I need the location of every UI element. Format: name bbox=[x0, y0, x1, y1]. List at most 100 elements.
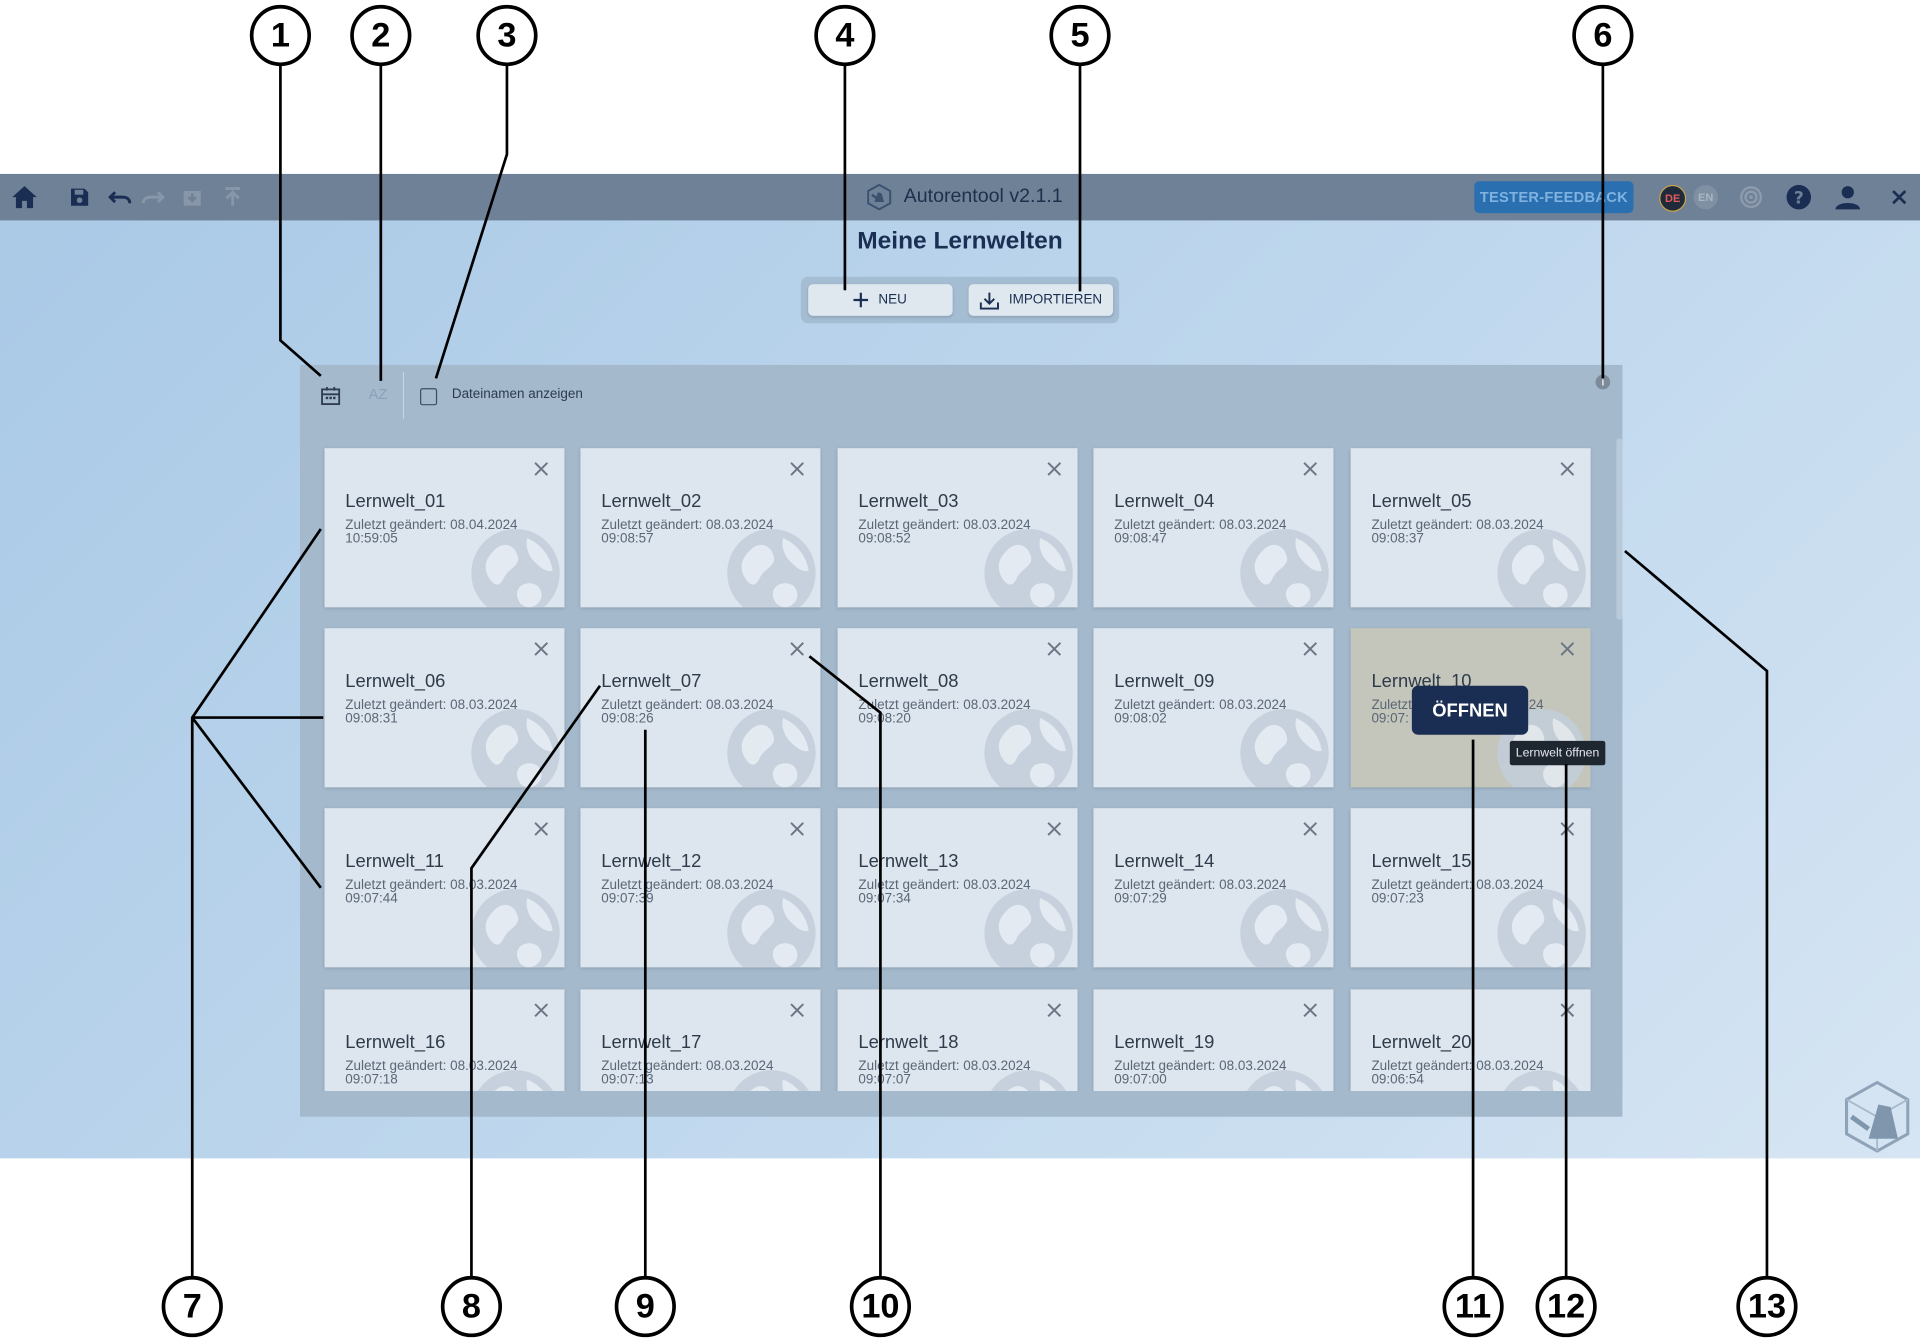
target-icon[interactable] bbox=[1738, 184, 1765, 211]
world-card-modified-time: 09:08:52 bbox=[858, 531, 911, 547]
world-card-modified-time: 09:06:54 bbox=[1371, 1072, 1424, 1088]
language-de-button[interactable]: DE bbox=[1659, 184, 1687, 212]
user-icon[interactable] bbox=[1834, 184, 1861, 211]
delete-world-icon[interactable] bbox=[1046, 1002, 1063, 1019]
home-icon[interactable] bbox=[11, 184, 38, 211]
title-bar: Autorentool v2.1.1 TESTER-FEEDBACK DE EN… bbox=[0, 173, 1920, 221]
world-card-modified: Zuletzt geändert: 08.03.2024 09:08:31 bbox=[345, 699, 547, 726]
world-card[interactable]: Lernwelt_02 Zuletzt geändert: 08.03.2024 0… bbox=[580, 448, 821, 608]
world-card-modified-time: 09:08:47 bbox=[1114, 531, 1167, 547]
world-card-title: Lernwelt_09 bbox=[1114, 671, 1215, 692]
delete-world-icon[interactable] bbox=[789, 640, 806, 657]
callout-5: 5 bbox=[1049, 4, 1111, 67]
delete-world-icon[interactable] bbox=[1559, 460, 1576, 477]
world-card[interactable]: Lernwelt_18 Zuletzt geändert: 08.03.2024 0… bbox=[837, 989, 1078, 1092]
calendar-icon[interactable] bbox=[320, 384, 342, 406]
info-icon[interactable]: i bbox=[1595, 374, 1611, 390]
world-card-modified: Zuletzt geändert: 08.03.2024 09:07:00 bbox=[1114, 1060, 1316, 1087]
delete-world-icon[interactable] bbox=[1302, 1002, 1319, 1019]
delete-world-icon[interactable] bbox=[1046, 820, 1063, 837]
callout-13: 13 bbox=[1736, 1275, 1798, 1338]
world-card-modified-time: 09:07:07 bbox=[858, 1072, 911, 1088]
delete-world-icon[interactable] bbox=[1559, 1002, 1576, 1019]
delete-world-icon[interactable] bbox=[789, 1002, 806, 1019]
world-card-modified-time: 09:07:13 bbox=[601, 1072, 654, 1088]
app-title: Autorentool v2.1.1 bbox=[903, 186, 1063, 207]
world-card-modified: Zuletzt geändert: 08.03.2024 09:08:57 bbox=[601, 519, 803, 546]
world-card[interactable]: Lernwelt_19 Zuletzt geändert: 08.03.2024 0… bbox=[1093, 989, 1334, 1092]
world-card[interactable]: Lernwelt_20 Zuletzt geändert: 08.03.2024 0… bbox=[1350, 989, 1591, 1092]
language-en-button[interactable]: EN bbox=[1693, 184, 1718, 210]
world-card[interactable]: Lernwelt_05 Zuletzt geändert: 08.03.2024 0… bbox=[1350, 448, 1591, 608]
close-window-icon[interactable] bbox=[1886, 184, 1913, 211]
world-card[interactable]: Lernwelt_16 Zuletzt geändert: 08.03.2024 0… bbox=[324, 989, 565, 1092]
delete-world-icon[interactable] bbox=[1559, 640, 1576, 657]
world-card[interactable]: Lernwelt_11 Zuletzt geändert: 08.03.2024 0… bbox=[324, 808, 565, 968]
world-card[interactable]: Lernwelt_17 Zuletzt geändert: 08.03.2024 0… bbox=[580, 989, 821, 1092]
delete-world-icon[interactable] bbox=[1302, 640, 1319, 657]
delete-world-icon[interactable] bbox=[1302, 460, 1319, 477]
world-card[interactable]: Lernwelt_01 Zuletzt geändert: 08.04.2024 1… bbox=[324, 448, 565, 608]
callout-6: 6 bbox=[1572, 4, 1634, 67]
delete-world-icon[interactable] bbox=[533, 460, 550, 477]
new-world-button[interactable]: NEU bbox=[808, 284, 953, 316]
svg-text:?: ? bbox=[1794, 188, 1804, 208]
delete-world-icon[interactable] bbox=[1559, 820, 1576, 837]
delete-world-icon[interactable] bbox=[533, 820, 550, 837]
world-card-modified-time: 09:07:23 bbox=[1371, 891, 1424, 907]
world-card[interactable]: Lernwelt_15 Zuletzt geändert: 08.03.2024 0… bbox=[1350, 808, 1591, 968]
world-card-modified: Zuletzt geändert: 08.03.2024 09:07:39 bbox=[601, 879, 803, 906]
world-card-modified: Zuletzt geändert: 08.03.2024 09:08:20 bbox=[858, 699, 1060, 726]
redo-icon[interactable] bbox=[140, 184, 167, 211]
tester-feedback-button[interactable]: TESTER-FEEDBACK bbox=[1474, 181, 1634, 214]
delete-world-icon[interactable] bbox=[1046, 460, 1063, 477]
import-world-button[interactable]: IMPORTIEREN bbox=[968, 284, 1114, 316]
world-card-modified-time: 09:08:37 bbox=[1371, 531, 1424, 547]
world-card-modified-time: 10:59:05 bbox=[345, 531, 398, 547]
delete-world-icon[interactable] bbox=[789, 820, 806, 837]
show-filenames-label: Dateinamen anzeigen bbox=[451, 386, 583, 402]
help-icon[interactable]: ? bbox=[1785, 184, 1812, 211]
world-card-title: Lernwelt_20 bbox=[1371, 1032, 1472, 1054]
world-card-modified: Zuletzt geändert: 08.03.2024 09:08:47 bbox=[1114, 519, 1316, 546]
save-icon[interactable] bbox=[66, 184, 93, 211]
delete-world-icon[interactable] bbox=[533, 640, 550, 657]
scrollbar-thumb[interactable] bbox=[1616, 438, 1623, 620]
callout-11: 11 bbox=[1442, 1275, 1504, 1338]
undo-icon[interactable] bbox=[107, 184, 134, 211]
sort-alphabetical-button[interactable]: AZ bbox=[369, 386, 388, 403]
delete-world-icon[interactable] bbox=[1302, 820, 1319, 837]
world-card[interactable]: Lernwelt_08 Zuletzt geändert: 08.03.2024 0… bbox=[837, 628, 1078, 788]
world-card[interactable]: Lernwelt_12 Zuletzt geändert: 08.03.2024 0… bbox=[580, 808, 821, 968]
delete-world-icon[interactable] bbox=[789, 460, 806, 477]
world-card-title: Lernwelt_12 bbox=[601, 851, 702, 872]
open-world-button[interactable]: ÖFFNEN bbox=[1411, 685, 1529, 735]
export-icon[interactable] bbox=[179, 184, 206, 211]
world-card[interactable]: Lernwelt_06 Zuletzt geändert: 08.03.2024 0… bbox=[324, 628, 565, 788]
world-card-modified-time: 09:07:39 bbox=[601, 891, 654, 907]
callout-8: 8 bbox=[440, 1275, 503, 1338]
world-card[interactable]: Lernwelt_03 Zuletzt geändert: 08.03.2024 0… bbox=[837, 448, 1078, 608]
world-card-modified: Zuletzt geändert: 08.03.2024 09:07:44 bbox=[345, 879, 547, 906]
world-card-title: Lernwelt_07 bbox=[601, 671, 702, 692]
show-filenames-checkbox[interactable] bbox=[420, 388, 438, 406]
world-card-title: Lernwelt_18 bbox=[858, 1032, 959, 1054]
world-card[interactable]: Lernwelt_04 Zuletzt geändert: 08.03.2024 0… bbox=[1093, 448, 1334, 608]
callout-7: 7 bbox=[161, 1275, 223, 1338]
download-icon bbox=[979, 292, 999, 309]
world-card[interactable]: Lernwelt_07 Zuletzt geändert: 08.03.2024 0… bbox=[580, 628, 821, 788]
world-card-title: Lernwelt_08 bbox=[858, 671, 959, 692]
world-card[interactable]: Lernwelt_14 Zuletzt geändert: 08.03.2024 0… bbox=[1093, 808, 1334, 968]
delete-world-icon[interactable] bbox=[1046, 640, 1063, 657]
action-button-group: NEU IMPORTIEREN bbox=[800, 276, 1120, 324]
world-card-grid: Lernwelt_01 Zuletzt geändert: 08.04.2024 1… bbox=[300, 429, 1613, 1092]
world-card-title: Lernwelt_17 bbox=[601, 1032, 702, 1054]
world-card-modified-time: 09:08:31 bbox=[345, 711, 398, 727]
app-window: Autorentool v2.1.1 TESTER-FEEDBACK DE EN… bbox=[0, 173, 1920, 1159]
delete-world-icon[interactable] bbox=[533, 1002, 550, 1019]
world-card-modified-time: 09:08:26 bbox=[601, 711, 654, 727]
upload-icon[interactable] bbox=[219, 184, 246, 211]
world-card[interactable]: Lernwelt_09 Zuletzt geändert: 08.03.2024 0… bbox=[1093, 628, 1334, 788]
world-card[interactable]: Lernwelt_13 Zuletzt geändert: 08.03.2024 0… bbox=[837, 808, 1078, 968]
toolbar-divider bbox=[402, 372, 405, 419]
